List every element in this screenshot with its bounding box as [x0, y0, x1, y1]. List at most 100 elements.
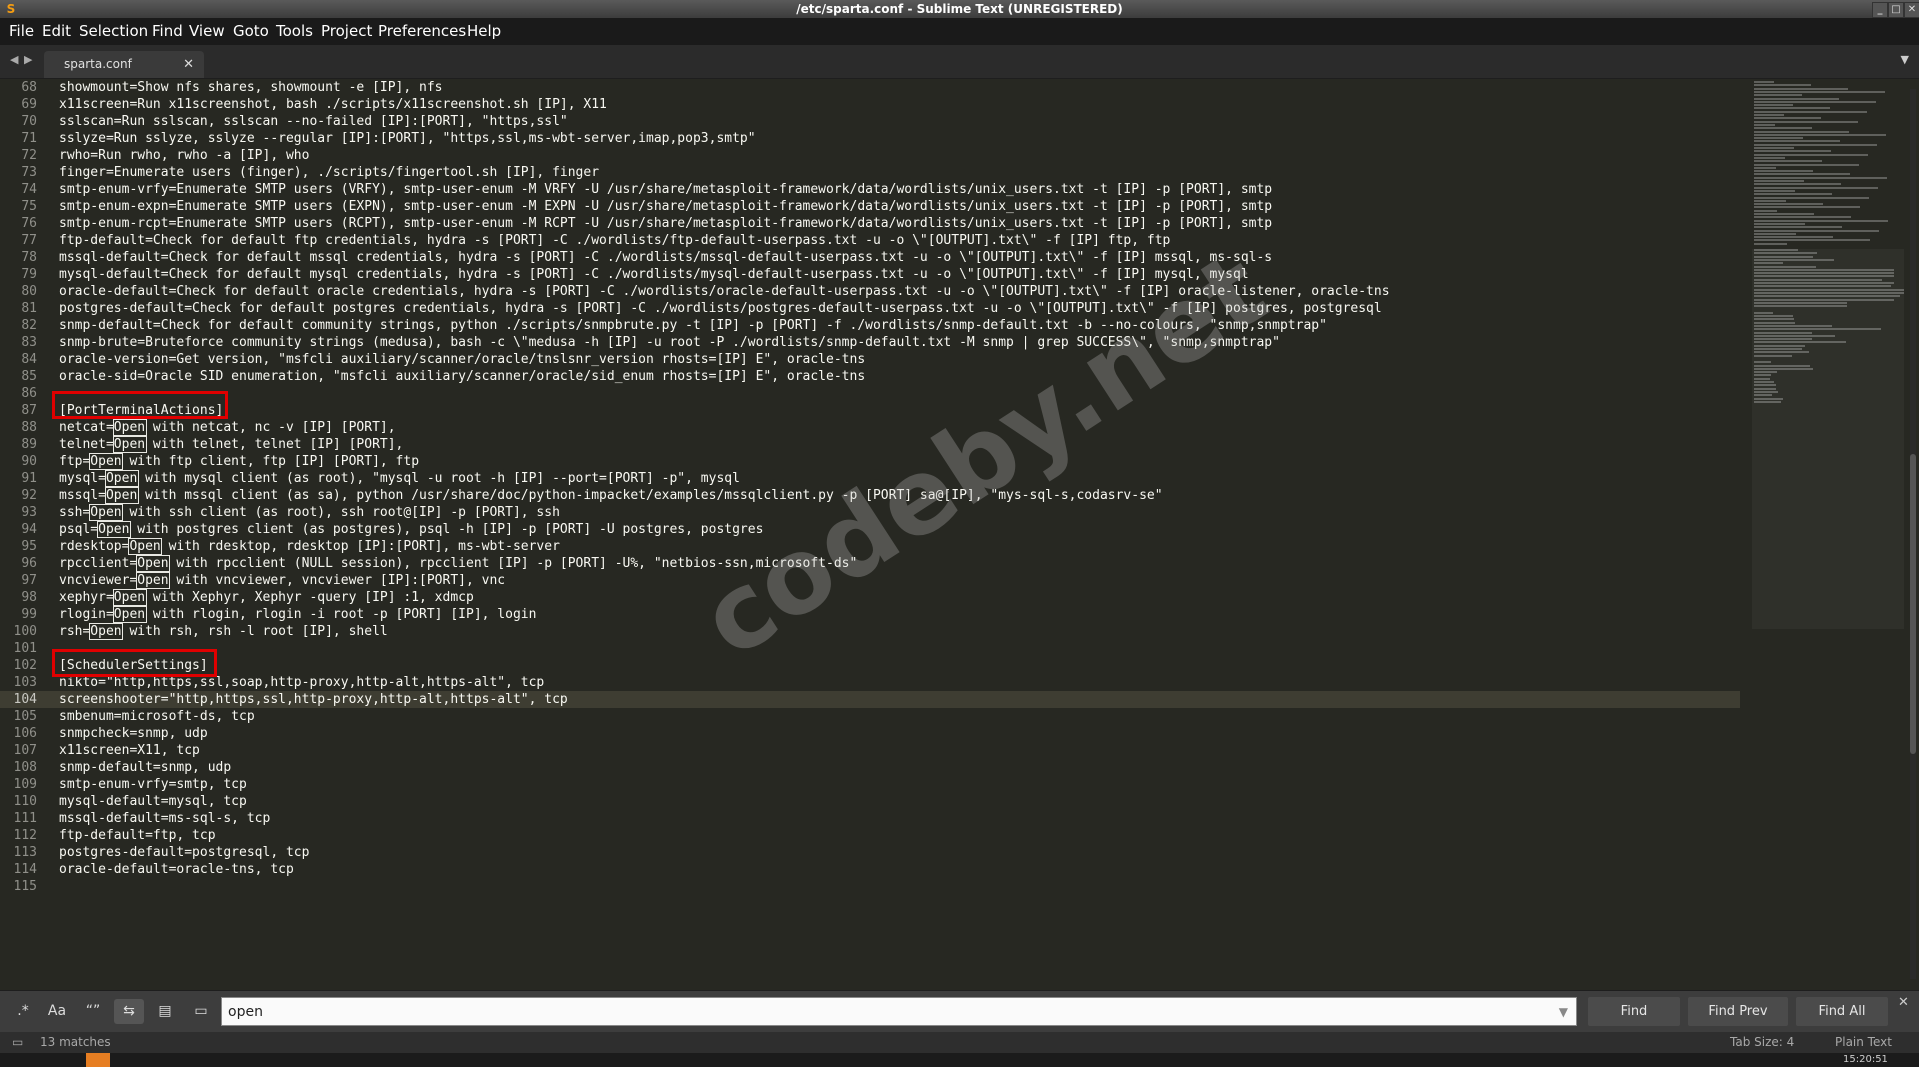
close-window-icon[interactable]: ✕: [1904, 2, 1919, 18]
tab-size[interactable]: Tab Size: 4: [1730, 1032, 1794, 1053]
code-line[interactable]: showmount=Show nfs shares, showmount -e …: [59, 79, 443, 96]
menu-help[interactable]: Help: [467, 18, 501, 45]
sublime-text-app-icon[interactable]: S: [4, 2, 18, 16]
minimap-line: [1754, 219, 1888, 222]
code-line[interactable]: rwho=Run rwho, rwho -a [IP], who: [59, 147, 309, 164]
code-line[interactable]: mssql-default=ms-sql-s, tcp: [59, 810, 270, 827]
menu-project[interactable]: Project: [321, 18, 372, 45]
code-line[interactable]: telnet=Open with telnet, telnet [IP] [PO…: [59, 436, 403, 453]
line-number: 76: [21, 216, 37, 231]
code-line[interactable]: oracle-version=Get version, "msfcli auxi…: [59, 351, 865, 368]
code-line[interactable]: xephyr=Open with Xephyr, Xephyr -query […: [59, 589, 474, 606]
line-number: 78: [21, 250, 37, 265]
highlight-matches-icon[interactable]: ▭: [186, 999, 216, 1024]
menu-file[interactable]: File: [9, 18, 34, 45]
code-line[interactable]: finger=Enumerate users (finger), ./scrip…: [59, 164, 599, 181]
code-line[interactable]: ftp-default=Check for default ftp creden…: [59, 232, 1170, 249]
code-line[interactable]: vncviewer=Open with vncviewer, vncviewer…: [59, 572, 505, 589]
minimap-line: [1754, 150, 1831, 153]
panel-toggle-icon[interactable]: ▭: [12, 1032, 23, 1053]
minimap-line: [1754, 384, 1776, 387]
tab-prev-icon[interactable]: ◀: [10, 53, 18, 66]
code-line[interactable]: sslscan=Run sslscan, sslscan --no-failed…: [59, 113, 568, 130]
line-number: 90: [21, 454, 37, 469]
line-number: 71: [21, 131, 37, 146]
minimap-line: [1754, 166, 1776, 169]
menu-tools[interactable]: Tools: [276, 18, 313, 45]
minimap-line: [1754, 107, 1830, 110]
menu-goto[interactable]: Goto: [233, 18, 269, 45]
code-line[interactable]: smtp-enum-vrfy=Enumerate SMTP users (VRF…: [59, 181, 1272, 198]
minimap-line: [1754, 97, 1839, 100]
minimap-line: [1754, 351, 1809, 354]
find-history-dropdown-icon[interactable]: ▼: [1559, 998, 1568, 1027]
code-line[interactable]: mssql-default=Check for default mssql cr…: [59, 249, 1272, 266]
line-number: 87: [21, 403, 37, 418]
regex-icon[interactable]: .*: [8, 999, 38, 1024]
minimap[interactable]: [1752, 79, 1904, 459]
minimap-line: [1754, 193, 1832, 196]
find-prev-button[interactable]: Find Prev: [1688, 997, 1788, 1026]
code-line[interactable]: ssh=Open with ssh client (as root), ssh …: [59, 504, 560, 521]
line-number: 81: [21, 301, 37, 316]
maximize-icon[interactable]: □: [1888, 2, 1904, 18]
code-line[interactable]: smtp-enum-expn=Enumerate SMTP users (EXP…: [59, 198, 1272, 215]
wrap-icon[interactable]: ⇆: [114, 999, 144, 1024]
search-match-highlight: [104, 470, 139, 487]
find-button[interactable]: Find: [1588, 997, 1680, 1026]
code-line[interactable]: smtp-enum-rcpt=Enumerate SMTP users (RCP…: [59, 215, 1272, 232]
line-number: 82: [21, 318, 37, 333]
code-line[interactable]: snmp-default=snmp, udp: [59, 759, 231, 776]
menu-selection[interactable]: Selection: [79, 18, 148, 45]
code-line[interactable]: x11screen=X11, tcp: [59, 742, 200, 759]
code-line[interactable]: smtp-enum-vrfy=smtp, tcp: [59, 776, 247, 793]
code-line[interactable]: psql=Open with postgres client (as postg…: [59, 521, 763, 538]
menu-view[interactable]: View: [189, 18, 225, 45]
search-match-highlight: [112, 419, 147, 436]
case-sensitive-icon[interactable]: Aa: [42, 999, 72, 1024]
syntax-mode[interactable]: Plain Text: [1835, 1032, 1892, 1053]
menu-find[interactable]: Find: [152, 18, 183, 45]
in-selection-icon[interactable]: ▤: [150, 999, 180, 1024]
code-line[interactable]: netcat=Open with netcat, nc -v [IP] [POR…: [59, 419, 396, 436]
find-input[interactable]: open ▼: [221, 997, 1577, 1026]
tab-close-icon[interactable]: ✕: [183, 51, 194, 78]
menu-edit[interactable]: Edit: [42, 18, 71, 45]
code-line[interactable]: ftp-default=ftp, tcp: [59, 827, 216, 844]
minimap-line: [1754, 199, 1786, 202]
tab-next-icon[interactable]: ▶: [24, 53, 32, 66]
find-all-button[interactable]: Find All: [1796, 997, 1888, 1026]
code-line[interactable]: ftp=Open with ftp client, ftp [IP] [PORT…: [59, 453, 419, 470]
whole-word-icon[interactable]: “”: [78, 999, 108, 1024]
code-line[interactable]: rdesktop=Open with rdesktop, rdesktop [I…: [59, 538, 560, 555]
code-line[interactable]: mysql-default=Check for default mysql cr…: [59, 266, 1249, 283]
minimap-line: [1754, 143, 1877, 146]
code-line[interactable]: oracle-default=oracle-tns, tcp: [59, 861, 294, 878]
code-line[interactable]: rsh=Open with rsh, rsh -l root [IP], she…: [59, 623, 388, 640]
minimap-line: [1754, 315, 1793, 317]
search-match-highlight: [112, 436, 147, 453]
minimap-line: [1754, 275, 1894, 278]
minimap-line: [1754, 367, 1813, 370]
tab-sparta-conf[interactable]: sparta.conf ✕: [44, 51, 204, 78]
code-line[interactable]: oracle-sid=Oracle SID enumeration, "msfc…: [59, 368, 865, 385]
find-panel-close-icon[interactable]: ✕: [1898, 995, 1909, 1010]
editor-area[interactable]: 68 69 70 71 72 73 74 75 76 77 78 79 80 81 82 83 84 85 86 87…: [0, 79, 1919, 989]
scrollbar-thumb[interactable]: [1910, 454, 1916, 754]
line-number: 89: [21, 437, 37, 452]
menu-preferences[interactable]: Preferences: [378, 18, 466, 45]
vertical-scrollbar[interactable]: [1910, 89, 1916, 979]
code-line[interactable]: x11screen=Run x11screenshot, bash ./scri…: [59, 96, 607, 113]
code-line[interactable]: screenshooter="http,https,ssl,http-proxy…: [59, 691, 568, 708]
line-number: 88: [21, 420, 37, 435]
code-line[interactable]: postgres-default=postgresql, tcp: [59, 844, 309, 861]
minimize-icon[interactable]: _: [1872, 2, 1888, 18]
code-line[interactable]: mysql=Open with mysql client (as root), …: [59, 470, 740, 487]
code-line[interactable]: snmpcheck=snmp, udp: [59, 725, 208, 742]
code-line[interactable]: sslyze=Run sslyze, sslyze --regular [IP]…: [59, 130, 756, 147]
code-line[interactable]: rlogin=Open with rlogin, rlogin -i root …: [59, 606, 536, 623]
taskbar-sublime-icon[interactable]: [86, 1053, 110, 1067]
tab-list-dropdown-icon[interactable]: ▼: [1901, 53, 1909, 66]
code-line[interactable]: mysql-default=mysql, tcp: [59, 793, 247, 810]
code-line[interactable]: smbenum=microsoft-ds, tcp: [59, 708, 255, 725]
